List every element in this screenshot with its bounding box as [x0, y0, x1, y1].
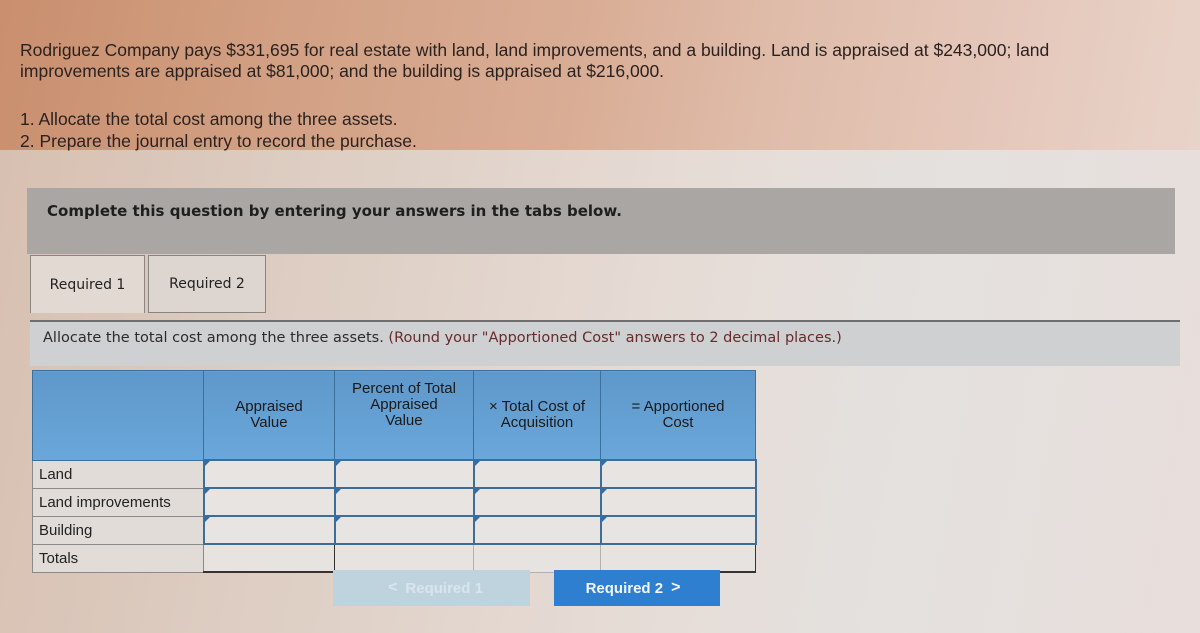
- land-appraised-value-input[interactable]: [202, 459, 336, 489]
- task-list: 1. Allocate the total cost among the thr…: [20, 108, 417, 152]
- row-label: Land: [32, 459, 204, 489]
- tab-required-2[interactable]: Required 2: [148, 255, 266, 313]
- row-label: Totals: [32, 543, 204, 573]
- task-item: 1. Allocate the total cost among the thr…: [20, 109, 398, 129]
- prev-button-label: Required 1: [405, 579, 483, 597]
- tab-label: Required 2: [169, 276, 245, 292]
- table-row-land: Land: [32, 459, 757, 489]
- tab-label: Required 1: [49, 276, 126, 293]
- row-label: Land improvements: [32, 487, 204, 517]
- header-line: = Apportioned: [631, 398, 725, 415]
- table-row-building: Building: [32, 515, 757, 545]
- improvements-total-cost-input[interactable]: [472, 487, 602, 517]
- next-button-label: Required 2: [585, 579, 664, 597]
- land-total-cost-input[interactable]: [472, 459, 602, 489]
- header-line: × Total Cost of: [488, 398, 586, 415]
- prompt-text: Allocate the total cost among the three …: [43, 330, 384, 346]
- problem-statement: Rodriguez Company pays $331,695 for real…: [20, 40, 1190, 82]
- table-row-totals: Totals: [32, 543, 756, 573]
- rounding-note: (Round your "Apportioned Cost" answers t…: [388, 330, 842, 346]
- header-line: Appraised: [370, 396, 438, 413]
- row-label: Building: [32, 515, 204, 545]
- land-percent-input[interactable]: [333, 459, 475, 489]
- improvements-apportioned-cost-input[interactable]: [599, 487, 757, 517]
- header-line: Appraised: [235, 398, 303, 415]
- problem-line-2: improvements are appraised at $81,000; a…: [20, 61, 665, 81]
- chevron-right-icon: >: [671, 579, 681, 596]
- prompt-bar: Allocate the total cost among the three …: [30, 322, 1180, 366]
- building-apportioned-cost-input[interactable]: [599, 515, 757, 545]
- total-percent: [334, 543, 474, 573]
- improvements-appraised-value-input[interactable]: [202, 487, 336, 517]
- header-apportioned-cost: = Apportioned Cost: [600, 370, 756, 461]
- table-header-row: Appraised Value Percent of Total Apprais…: [32, 370, 756, 461]
- header-line: Value: [250, 414, 288, 431]
- task-item: 2. Prepare the journal entry to record t…: [20, 131, 417, 151]
- table-row-land-improvements: Land improvements: [32, 487, 757, 517]
- building-total-cost-input[interactable]: [472, 515, 602, 545]
- header-line: Value: [385, 412, 423, 429]
- instruction-text: Complete this question by entering your …: [47, 202, 622, 220]
- building-percent-input[interactable]: [333, 515, 475, 545]
- prev-required-1-button[interactable]: < Required 1: [333, 570, 530, 606]
- total-appraised-value: [203, 543, 335, 573]
- chevron-left-icon: <: [388, 579, 398, 596]
- header-appraised-value: Appraised Value: [203, 370, 335, 461]
- building-appraised-value-input[interactable]: [202, 515, 336, 545]
- tab-required-1[interactable]: Required 1: [30, 255, 145, 313]
- problem-line-1: Rodriguez Company pays $331,695 for real…: [20, 40, 1050, 60]
- header-line: Percent of Total: [352, 380, 456, 397]
- header-line: Acquisition: [500, 414, 574, 431]
- header-blank: [32, 370, 204, 461]
- total-cost: [473, 543, 601, 573]
- land-apportioned-cost-input[interactable]: [599, 459, 757, 489]
- next-required-2-button[interactable]: Required 2 >: [554, 570, 720, 606]
- instruction-bar: Complete this question by entering your …: [27, 188, 1175, 254]
- header-percent-of-total: Percent of Total Appraised Value: [334, 370, 474, 461]
- allocation-table: Appraised Value Percent of Total Apprais…: [32, 370, 757, 573]
- tab-bar: Required 1 Required 2: [30, 255, 266, 313]
- improvements-percent-input[interactable]: [333, 487, 475, 517]
- total-apportioned-cost: [600, 543, 756, 573]
- header-line: Cost: [662, 414, 694, 431]
- header-total-cost: × Total Cost of Acquisition: [473, 370, 601, 461]
